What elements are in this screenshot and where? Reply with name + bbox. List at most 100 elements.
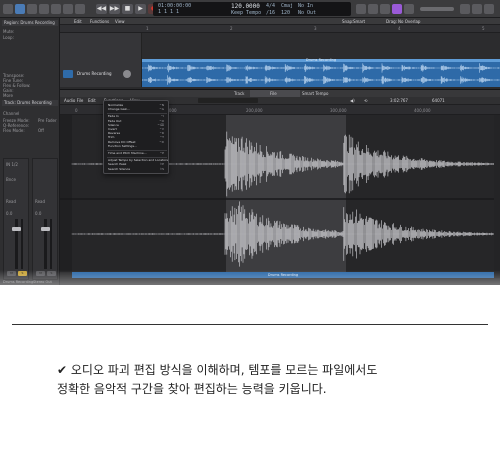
cycle-icon[interactable] (392, 4, 402, 14)
strip-input[interactable]: IN 1/2 (6, 162, 18, 167)
menu-item-shortcut: ⇧S (159, 166, 164, 171)
menu-audio-file[interactable]: Audio File (64, 97, 83, 104)
menu-item-label: Change Gain... (108, 107, 131, 112)
menu-item[interactable]: Function Settings... (108, 143, 166, 148)
list-editor-icon[interactable] (356, 4, 366, 14)
metronome-icon[interactable] (380, 4, 390, 14)
rewind-icon[interactable]: ◀◀ (96, 4, 107, 14)
strip-volume-value: 0.0 (35, 211, 42, 216)
loop-browser-icon[interactable] (460, 4, 470, 14)
divider-line (12, 324, 488, 325)
inspector-row: Mute: (3, 29, 15, 34)
cycle-play-icon[interactable]: ⟲ (364, 97, 367, 104)
inspector-row: Loop: (3, 35, 14, 40)
caption-line-2: 정확한 음악적 구간을 찾아 편집하는 능력을 키웁니다. (57, 382, 327, 396)
menu-item-shortcut: ^P (159, 151, 164, 155)
audio-region[interactable]: Drums Recording (142, 58, 500, 87)
sample-tick: 0 (75, 108, 78, 113)
drag-select[interactable]: No Overlap (398, 18, 420, 25)
speaker-icon[interactable]: ◀) (350, 97, 355, 104)
sample-tick: 400,000 (414, 108, 431, 113)
lcd-bpm-small: 120 (281, 10, 291, 16)
bar-number: 4 (398, 26, 401, 31)
sample-tick: 200,000 (246, 108, 263, 113)
inspector-value[interactable]: Off (38, 128, 44, 133)
strip-automation[interactable]: Read (35, 199, 45, 204)
menu-item-label: Function Settings... (108, 143, 137, 148)
inspector-panel: Region: Drums Recording Mute: Loop: Tran… (0, 18, 60, 285)
level-meter (50, 219, 52, 269)
caption-line-1: ✔ 오디오 파괴 편집 방식을 이해하며, 템포를 모르는 파일에서도 (57, 363, 378, 377)
channel-strip-right: Read 0.0 M S (32, 158, 58, 280)
lcd-tempo: 120.0000 (231, 3, 260, 10)
track-header[interactable]: Drums Recording (60, 33, 142, 87)
bar-number: 3 (314, 26, 317, 31)
screenshot-fade (0, 270, 500, 320)
smart-controls-icon[interactable] (51, 4, 61, 14)
count-in-icon[interactable] (404, 4, 414, 14)
region-waveform (142, 63, 500, 85)
stop-icon[interactable]: ■ (122, 4, 133, 14)
menu-item[interactable]: Search Silence ⇧S (108, 166, 166, 171)
menu-item-label: Search Silence (108, 166, 131, 171)
menu-edit[interactable]: Edit (74, 18, 82, 25)
play-icon[interactable]: ▶ (135, 4, 146, 14)
editors-icon[interactable] (75, 4, 85, 14)
track-name[interactable]: Drums Recording (77, 71, 112, 76)
tab-smart-tempo[interactable]: Smart Tempo (302, 90, 328, 97)
sample-display: 64071 (432, 98, 445, 103)
track-inspector-header[interactable]: Track: Drums Recording (2, 100, 58, 106)
bar-number: 2 (230, 26, 233, 31)
functions-dropdown-menu: Normalize ^N Change Gain... ^G Fade In ^I Fade… (103, 100, 169, 174)
time-display: 3:02:767 (390, 98, 408, 103)
inspector-value[interactable]: Pre Fader (38, 118, 57, 123)
menu-item[interactable]: Time and Pitch Machine... ^P (108, 151, 166, 155)
vertical-scrollbar[interactable] (494, 115, 500, 278)
menu-edit[interactable]: Edit (88, 97, 96, 104)
menu-item-shortcut: ^D (159, 139, 164, 144)
editor-tabs: Track File Smart Tempo (60, 90, 500, 97)
channel-strip-left: IN 1/2 Bnce Read 0.0 M S (3, 158, 29, 280)
notepad-icon[interactable] (368, 4, 378, 14)
volume-fader[interactable] (41, 219, 50, 269)
tab-file[interactable]: File (270, 90, 277, 97)
lcd-time-signature: 4/4 (266, 3, 276, 9)
volume-fader[interactable] (12, 219, 21, 269)
lcd-count-out: No Out (298, 10, 317, 16)
lcd-count-in: No In (298, 3, 314, 9)
lcd-division: /16 (266, 10, 276, 16)
menu-view[interactable]: View (115, 18, 125, 25)
editor-position-field[interactable] (198, 98, 258, 103)
snap-select[interactable]: Smart (353, 18, 365, 25)
help-icon[interactable] (27, 4, 37, 14)
tab-track[interactable]: Track (234, 90, 244, 97)
mixer-icon[interactable] (63, 4, 73, 14)
tracks-ruler[interactable]: 1 2 3 4 5 (60, 25, 500, 33)
logic-screenshot: ◀◀ ▶▶ ■ ▶ ● 01:00:00:00 1 1 1 1 120.0000… (0, 0, 500, 285)
inspector-icon[interactable] (15, 4, 25, 14)
menu-item[interactable]: Change Gain... ^G (108, 107, 166, 112)
master-volume-slider[interactable] (420, 7, 454, 11)
inspector-row: Channel (3, 111, 20, 116)
tracks-menu-bar: Edit Functions View Snap: Smart Drag: No… (60, 18, 500, 25)
strip-volume-value: 0.0 (6, 211, 13, 216)
inspector-row: Flex Mode: (3, 128, 25, 133)
browser-icon[interactable] (472, 4, 482, 14)
menu-item[interactable]: Reverse ^R (108, 131, 166, 135)
bar-number: 1 (146, 26, 149, 31)
inspector-row[interactable]: More (3, 93, 13, 98)
strip-bounce[interactable]: Bnce (6, 177, 16, 182)
pan-knob[interactable] (123, 70, 131, 78)
control-bar: ◀◀ ▶▶ ■ ▶ ● 01:00:00:00 1 1 1 1 120.0000… (0, 0, 500, 18)
library-icon[interactable] (3, 4, 13, 14)
region-inspector-header[interactable]: Region: Drums Recording (2, 20, 58, 26)
toolbar-icon[interactable] (39, 4, 49, 14)
lcd-display[interactable]: 01:00:00:00 1 1 1 1 120.0000 Keep Tempo … (153, 2, 351, 16)
strip-automation[interactable]: Read (6, 199, 16, 204)
lcd-key: Cmaj (281, 3, 294, 9)
fast-forward-icon[interactable]: ▶▶ (109, 4, 120, 14)
menu-item-label: Time and Pitch Machine... (108, 151, 147, 155)
note-icon[interactable] (484, 4, 494, 14)
menu-functions[interactable]: Functions (90, 18, 109, 25)
snap-label: Snap: (342, 19, 354, 24)
